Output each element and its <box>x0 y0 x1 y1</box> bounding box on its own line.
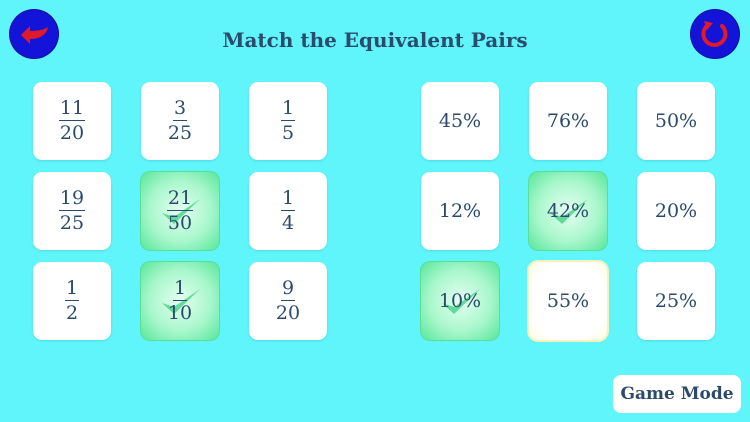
fraction-numerator: 1 <box>280 97 296 121</box>
fraction-tile[interactable]: 9 20 <box>249 262 327 340</box>
fraction-denominator: 20 <box>59 122 85 144</box>
fraction-numerator: 19 <box>58 187 86 211</box>
percent-tile[interactable]: 10% <box>421 262 499 340</box>
percent-label: 42% <box>546 200 590 222</box>
fraction-tile[interactable]: 3 25 <box>141 82 219 160</box>
percent-tile[interactable]: 20% <box>637 172 715 250</box>
fraction-numerator: 1 <box>64 277 80 301</box>
fraction-denominator: 10 <box>167 302 193 324</box>
fraction-tile[interactable]: 14 <box>249 172 327 250</box>
fraction-denominator: 25 <box>167 122 193 144</box>
fraction-grid: 11 20 3 25 1 5 19 25 21 50 1 4 1 2 1 10 9 20 <box>33 82 327 340</box>
percent-label: 55% <box>546 290 590 312</box>
percent-label: 50% <box>654 110 698 132</box>
fraction-numerator: 1 <box>172 277 188 301</box>
fraction-tile[interactable]: 11 20 <box>33 82 111 160</box>
percent-tile[interactable]: 76% <box>529 82 607 160</box>
fraction-tile[interactable]: 19 25 <box>33 172 111 250</box>
fraction-tile[interactable]: 12 <box>33 262 111 340</box>
fraction-denominator: 2 <box>65 302 79 324</box>
restart-button[interactable] <box>691 10 739 58</box>
fraction-denominator: 50 <box>167 212 193 234</box>
fraction: 21 50 <box>166 187 194 234</box>
percent-label: 20% <box>654 200 698 222</box>
percent-label: 25% <box>654 290 698 312</box>
percent-tile[interactable]: 55% <box>529 262 607 340</box>
fraction: 15 <box>280 97 296 144</box>
restart-icon <box>701 21 728 47</box>
percent-label: 76% <box>546 110 590 132</box>
fraction-denominator: 5 <box>281 122 295 144</box>
percent-label: 45% <box>438 110 482 132</box>
fraction-numerator: 9 <box>280 277 296 301</box>
fraction-denominator: 4 <box>281 212 295 234</box>
fraction: 14 <box>280 187 296 234</box>
fraction-numerator: 3 <box>172 97 188 121</box>
percent-tile[interactable]: 45% <box>421 82 499 160</box>
percent-tile[interactable]: 50% <box>637 82 715 160</box>
fraction: 11 20 <box>58 97 86 144</box>
page-title: Match the Equivalent Pairs <box>222 28 528 52</box>
fraction: 3 25 <box>168 99 192 143</box>
fraction-tile[interactable]: 21 50 <box>141 172 219 250</box>
fraction-tile[interactable]: 15 <box>249 82 327 160</box>
fraction-numerator: 11 <box>58 97 86 121</box>
percent-label: 12% <box>438 200 482 222</box>
percent-tile[interactable]: 25% <box>637 262 715 340</box>
fraction: 1 10 <box>168 279 192 323</box>
percent-grid: 45% 76% 50% 12% 42% 20% 10% 55% 25% <box>421 82 715 340</box>
game-mode-button[interactable]: Game Mode <box>613 375 741 413</box>
fraction-denominator: 25 <box>59 212 85 234</box>
fraction: 12 <box>64 277 80 324</box>
fraction-denominator: 20 <box>275 302 301 324</box>
percent-tile[interactable]: 42% <box>529 172 607 250</box>
fraction-numerator: 21 <box>166 187 194 211</box>
fraction: 19 25 <box>58 187 86 234</box>
fraction-tile[interactable]: 1 10 <box>141 262 219 340</box>
fraction: 9 20 <box>276 279 300 323</box>
percent-label: 10% <box>438 290 482 312</box>
percent-tile[interactable]: 12% <box>421 172 499 250</box>
fraction-numerator: 1 <box>280 187 296 211</box>
